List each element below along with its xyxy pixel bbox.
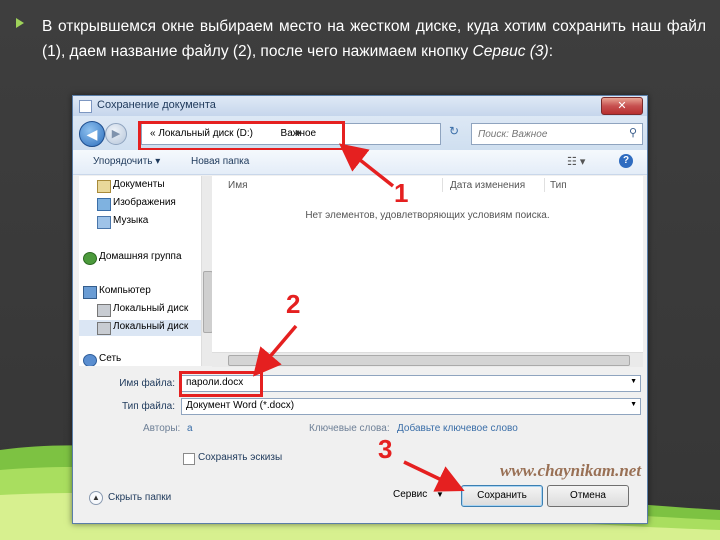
callout-number-3: 3 — [378, 434, 393, 464]
callout-number-1: 1 — [394, 178, 409, 208]
site-watermark: www.chaynikam.net — [500, 461, 642, 480]
callout-arrow-1 — [339, 143, 395, 188]
callout-number-2: 2 — [286, 289, 301, 319]
annotation-overlay — [252, 143, 465, 492]
callout-arrow-2 — [252, 324, 298, 377]
callout-arrow-3 — [403, 460, 465, 492]
